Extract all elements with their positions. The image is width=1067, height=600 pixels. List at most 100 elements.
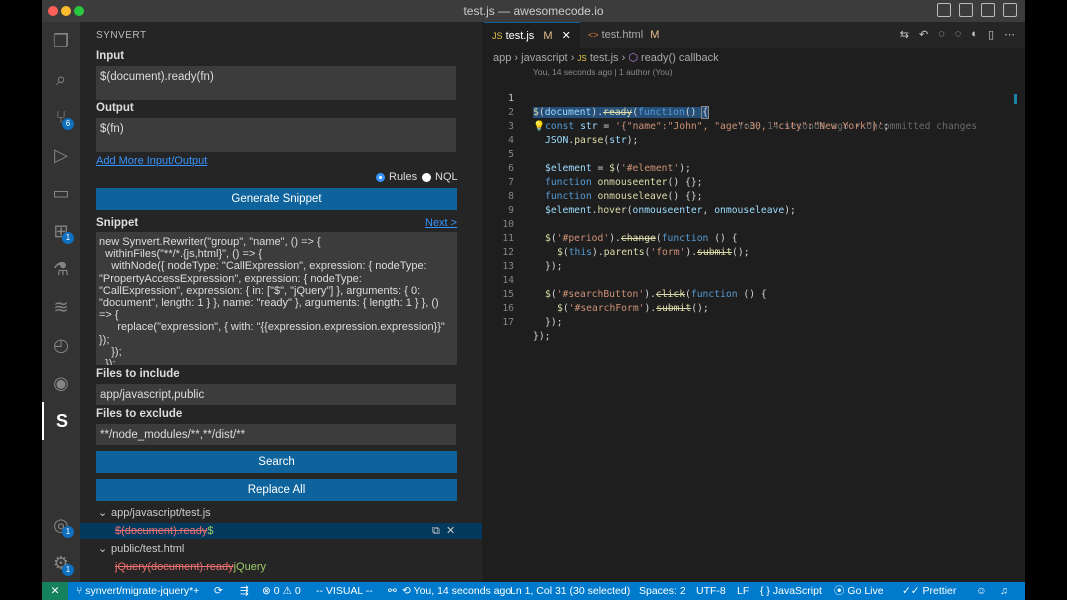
remote-indicator-icon[interactable]: ✕ bbox=[42, 582, 68, 600]
breadcrumb-item[interactable]: ready() callback bbox=[641, 52, 719, 64]
result-match-new: jQuery bbox=[233, 561, 267, 573]
source-control-icon[interactable]: ⑂ 6 bbox=[42, 98, 80, 136]
indentation[interactable]: Spaces: 2 bbox=[639, 582, 686, 600]
tab-test-html[interactable]: <> test.html M bbox=[580, 22, 667, 48]
run-code-icon[interactable]: ◐ bbox=[971, 28, 978, 41]
live-share-icon[interactable]: ⇶ bbox=[240, 582, 249, 600]
codelens[interactable]: You, 14 seconds ago | 1 author (You) bbox=[533, 67, 673, 77]
search-button[interactable]: Search bbox=[96, 451, 457, 473]
toggle-secondary-sidebar-icon[interactable] bbox=[981, 3, 995, 17]
customize-layout-icon[interactable] bbox=[1003, 3, 1017, 17]
output-textarea[interactable]: $(fn) bbox=[96, 118, 456, 152]
language-mode[interactable]: { } JavaScript bbox=[760, 582, 822, 600]
previous-change-icon[interactable]: ◌ bbox=[938, 28, 945, 41]
breadcrumb-item[interactable]: test.js bbox=[590, 52, 619, 64]
code-line: 2 💡const str = '{"name":"John", "age":30… bbox=[484, 92, 1025, 132]
replace-all-button[interactable]: Replace All bbox=[96, 479, 457, 501]
docker-icon[interactable]: ≋ bbox=[42, 288, 80, 326]
git-graph-icon[interactable]: ◴ bbox=[42, 326, 80, 364]
problems-status[interactable]: ⊗ 0 ⚠ 0 bbox=[262, 582, 301, 600]
result-match-row[interactable]: jQuery(document).readyjQuery bbox=[80, 559, 482, 575]
account-icon[interactable]: ◎ 1 bbox=[42, 506, 80, 544]
warning-count: 0 bbox=[294, 585, 301, 597]
sync-icon[interactable]: ⟳ bbox=[214, 582, 223, 600]
error-count: 0 bbox=[273, 585, 280, 597]
code-line: 5 $element = $('#element'); bbox=[484, 134, 1025, 174]
vim-mode: -- VISUAL -- bbox=[316, 585, 373, 597]
go-back-icon[interactable]: ↶ bbox=[919, 28, 928, 41]
next-change-icon[interactable]: ◌ bbox=[955, 28, 962, 41]
next-link[interactable]: Next > bbox=[425, 217, 457, 229]
close-icon[interactable]: ✕ bbox=[562, 30, 571, 42]
settings-gear-icon[interactable]: ⚙ 1 bbox=[42, 544, 80, 582]
extensions-icon[interactable]: ⊞ 1 bbox=[42, 212, 80, 250]
input-textarea[interactable]: $(document).ready(fn) bbox=[96, 66, 456, 100]
encoding[interactable]: UTF-8 bbox=[696, 582, 726, 600]
testing-icon[interactable]: ⚗ bbox=[42, 250, 80, 288]
code-line: 6 function onmouseenter() {}; bbox=[484, 148, 1025, 188]
prettier-label: Prettier bbox=[922, 585, 957, 597]
remote-explorer-icon[interactable]: ▭ bbox=[42, 174, 80, 212]
code-line: 16 }); bbox=[484, 288, 1025, 328]
snippet-label: Snippet bbox=[96, 217, 139, 229]
toggle-panel-icon[interactable] bbox=[959, 3, 973, 17]
result-file-name: app/javascript/test.js bbox=[111, 507, 211, 519]
chevron-down-icon: ⌄ bbox=[98, 543, 108, 555]
window-title: test.js — awesomecode.io bbox=[463, 4, 604, 18]
breadcrumb-item[interactable]: javascript bbox=[521, 52, 567, 64]
add-more-input-output-link[interactable]: Add More Input/Output bbox=[96, 155, 207, 167]
extensions-badge: 1 bbox=[62, 232, 74, 244]
javascript-file-icon: JS bbox=[577, 54, 587, 63]
code-line: 14 $('#searchButton').click(function () … bbox=[484, 260, 1025, 300]
split-editor-icon[interactable]: ▯ bbox=[988, 28, 994, 41]
end-of-line[interactable]: LF bbox=[737, 582, 749, 600]
run-debug-icon[interactable]: ▷ bbox=[42, 136, 80, 174]
tab-modified-status: M bbox=[650, 29, 660, 41]
github-icon[interactable]: ◉ bbox=[42, 364, 80, 402]
code-line: 12 }); bbox=[484, 232, 1025, 272]
settings-badge: 1 bbox=[62, 564, 74, 576]
generate-snippet-button[interactable]: Generate Snippet bbox=[96, 188, 457, 210]
result-file-row[interactable]: ⌄ app/javascript/test.js bbox=[80, 505, 482, 521]
nql-radio[interactable]: NQL bbox=[422, 171, 458, 183]
code-line: 8 $element.hover(onmouseenter, onmousele… bbox=[484, 176, 1025, 216]
status-bar: ✕ ⑂ synvert/migrate-jquery*+ ⟳ ⇶ ⊗ 0 ⚠ 0… bbox=[42, 582, 1025, 600]
prettier-status[interactable]: ✓✓ Prettier bbox=[902, 582, 956, 600]
snippet-textarea[interactable]: new Synvert.Rewriter("group", "name", ()… bbox=[96, 232, 457, 365]
line-number: 17 bbox=[502, 317, 514, 328]
code-text: }); bbox=[533, 331, 551, 342]
explorer-icon[interactable]: ❐ bbox=[42, 22, 80, 60]
breadcrumb: app › javascript › JS test.js › ⬡ ready(… bbox=[493, 52, 719, 64]
result-file-row[interactable]: ⌄ public/test.html bbox=[80, 541, 482, 557]
go-live-button[interactable]: ⦿ Go Live bbox=[834, 582, 884, 600]
git-blame-status[interactable]: ⟲ You, 14 seconds ago bbox=[402, 582, 511, 600]
tab-label: test.js bbox=[505, 30, 535, 42]
breadcrumb-item[interactable]: app bbox=[493, 52, 511, 64]
dismiss-icon[interactable]: ✕ bbox=[446, 523, 455, 539]
editor-tab-bar: JS test.js M ✕ <> test.html M ⇆ ↶ ◌ ◌ ◐ … bbox=[484, 22, 1025, 48]
git-blame-text: You, 14 seconds ago bbox=[413, 585, 512, 597]
ports-icon[interactable]: ⚯ bbox=[388, 582, 397, 600]
replace-icon[interactable]: ⧉ bbox=[432, 523, 440, 539]
rules-radio[interactable]: Rules bbox=[376, 171, 417, 183]
files-to-include-input[interactable]: app/javascript,public bbox=[96, 384, 456, 405]
files-to-exclude-input[interactable]: **/node_modules/**,**/dist/** bbox=[96, 424, 456, 445]
cursor-position[interactable]: Ln 1, Col 31 (30 selected) bbox=[510, 582, 630, 600]
toggle-primary-sidebar-icon[interactable] bbox=[937, 3, 951, 17]
search-icon[interactable]: ⌕ bbox=[42, 60, 80, 98]
feedback-icon[interactable]: ☺ bbox=[976, 582, 987, 600]
more-actions-icon[interactable]: ⋯ bbox=[1004, 28, 1015, 41]
nql-radio-dot bbox=[422, 172, 431, 182]
notifications-bell-icon[interactable]: ♫ bbox=[1000, 582, 1008, 600]
result-match-row[interactable]: $(document).ready$ ⧉ ✕ bbox=[80, 523, 482, 539]
tab-label: test.html bbox=[601, 29, 644, 41]
vscode-window: test.js — awesomecode.io ❐ ⌕ ⑂ 6 ▷ ▭ ⊞ 1 ⚗… bbox=[42, 0, 1025, 600]
go-live-label: Go Live bbox=[847, 585, 884, 597]
tab-test-js[interactable]: JS test.js M ✕ bbox=[484, 22, 580, 48]
branch-name: synvert/migrate-jquery*+ bbox=[85, 585, 200, 597]
tab-modified-status: M bbox=[543, 30, 553, 42]
synvert-icon[interactable]: S bbox=[42, 402, 80, 440]
branch-status[interactable]: ⑂ synvert/migrate-jquery*+ bbox=[76, 582, 199, 600]
code-editor[interactable]: You, 14 seconds ago | 1 author (You) 1 $… bbox=[484, 64, 1025, 582]
open-changes-icon[interactable]: ⇆ bbox=[900, 28, 909, 41]
